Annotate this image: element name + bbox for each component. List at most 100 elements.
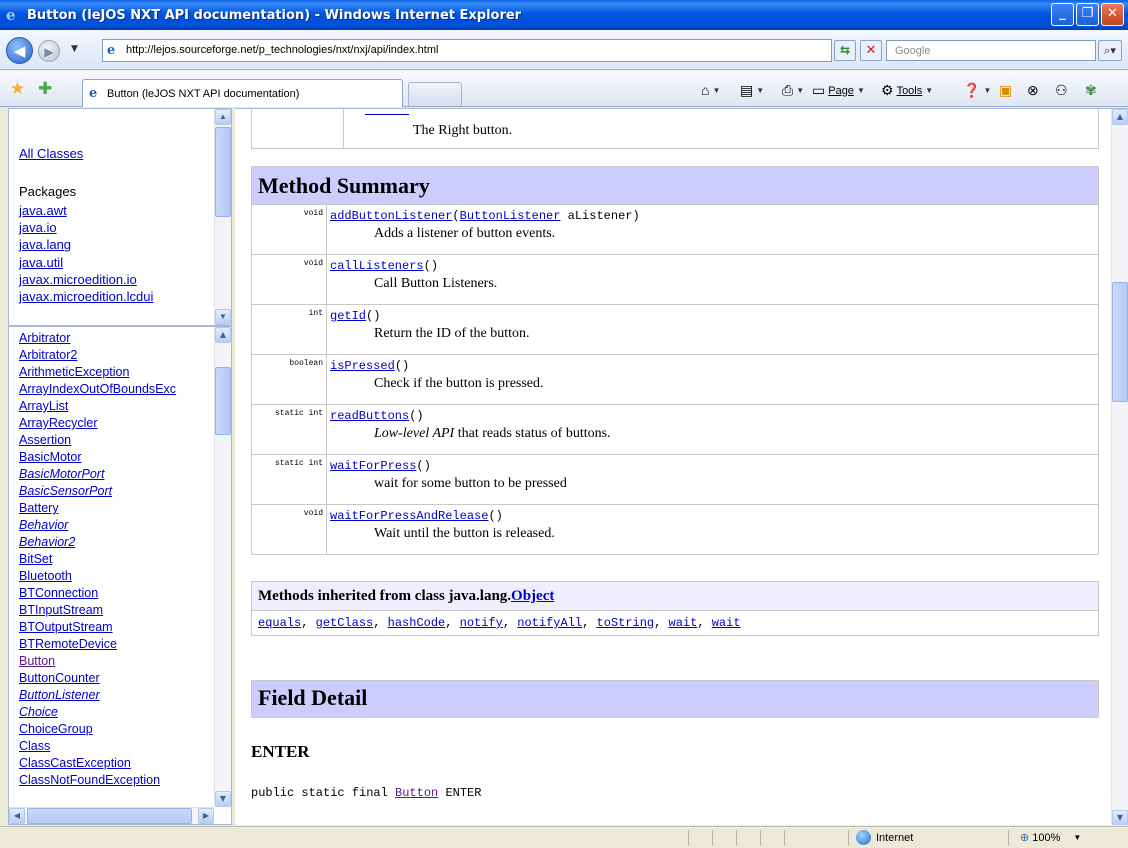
inherited-method-link[interactable]: notify [460, 616, 503, 630]
home-button[interactable]: ⌂ ▼ [701, 82, 720, 98]
scroll-down-icon[interactable]: ▼ [1112, 810, 1128, 825]
inherited-method-link[interactable]: wait [712, 616, 741, 630]
class-link[interactable]: BTInputStream [19, 602, 176, 619]
back-button[interactable]: ◀ [6, 37, 33, 64]
separator: , [582, 616, 597, 630]
scroll-right-icon[interactable]: ▶ [198, 808, 214, 824]
toolbar-addon-button[interactable]: ▣ [999, 82, 1012, 99]
maximize-button[interactable]: ❐ [1076, 3, 1099, 26]
method-link[interactable]: addButtonListener [330, 209, 452, 223]
search-button[interactable]: ⌕▾ [1098, 40, 1122, 61]
new-tab-button[interactable] [408, 82, 462, 106]
class-link[interactable]: BTConnection [19, 585, 176, 602]
scroll-up-icon[interactable]: ▲ [215, 109, 231, 125]
inherited-method-link[interactable]: hashCode [388, 616, 446, 630]
method-link[interactable]: getId [330, 309, 366, 323]
scroll-thumb[interactable] [215, 367, 231, 435]
class-link[interactable]: ButtonCounter [19, 670, 176, 687]
class-link[interactable]: Arbitrator [19, 330, 176, 347]
package-link[interactable]: java.util [19, 254, 153, 271]
packages-scrollbar[interactable]: ▲ ▼ [214, 109, 231, 325]
refresh-button[interactable]: ⇆ [834, 40, 856, 61]
method-modifier: void [251, 504, 327, 555]
close-button[interactable]: ✕ [1101, 3, 1124, 26]
scroll-left-icon[interactable]: ◀ [9, 808, 25, 824]
inherited-method-link[interactable]: getClass [316, 616, 374, 630]
class-link[interactable]: Behavior [19, 517, 176, 534]
scroll-down-icon[interactable]: ▼ [215, 309, 231, 325]
search-input[interactable]: Google [886, 40, 1096, 61]
method-link[interactable]: waitForPressAndRelease [330, 509, 488, 523]
class-link[interactable]: Button [19, 653, 176, 670]
package-link[interactable]: javax.microedition.io [19, 271, 153, 288]
scroll-thumb[interactable] [215, 127, 231, 217]
scroll-thumb[interactable] [27, 808, 192, 824]
method-link[interactable]: isPressed [330, 359, 395, 373]
zoom-control[interactable]: ⊕ 100% ▼ [1020, 831, 1081, 845]
class-link[interactable]: Behavior2 [19, 534, 176, 551]
method-link[interactable]: callListeners [330, 259, 424, 273]
class-link[interactable]: BTOutputStream [19, 619, 176, 636]
package-link[interactable]: java.awt [19, 202, 153, 219]
object-class-link[interactable]: Object [511, 588, 554, 604]
inherited-method-link[interactable]: toString [597, 616, 655, 630]
scroll-up-icon[interactable]: ▲ [215, 327, 231, 343]
history-dropdown-icon[interactable]: ▼ [71, 44, 78, 54]
zoom-dropdown-icon[interactable]: ▼ [1073, 833, 1081, 842]
content-scrollbar[interactable]: ▲ ▼ [1111, 109, 1128, 825]
class-link[interactable]: ArithmeticException [19, 364, 176, 381]
class-link[interactable]: BasicMotorPort [19, 466, 176, 483]
add-favorites-icon[interactable]: ✚ [38, 79, 52, 99]
class-link[interactable]: Choice [19, 704, 176, 721]
url-field[interactable]: e http://lejos.sourceforge.net/p_technol… [102, 39, 898, 62]
right-field-link[interactable] [365, 109, 409, 115]
class-link[interactable]: ClassCastException [19, 755, 176, 772]
method-link[interactable]: readButtons [330, 409, 409, 423]
minimize-button[interactable]: _ [1051, 3, 1074, 26]
class-link[interactable]: Assertion [19, 432, 176, 449]
package-link[interactable]: java.io [19, 219, 153, 236]
classes-hscrollbar[interactable]: ◀ ▶ [9, 807, 214, 824]
method-link[interactable]: waitForPress [330, 459, 416, 473]
messenger-button[interactable]: ⚇ [1055, 82, 1068, 99]
package-link[interactable]: java.lang [19, 236, 153, 253]
tab-button-docs[interactable]: e Button (leJOS NXT API documentation) [82, 79, 403, 107]
package-link[interactable]: javax.microedition.lcdui [19, 288, 153, 305]
packages-list: java.awt java.io java.lang java.util jav… [19, 202, 153, 305]
scroll-thumb[interactable] [1112, 282, 1128, 402]
class-link[interactable]: BitSet [19, 551, 176, 568]
button-type-link[interactable]: Button [395, 786, 438, 800]
forward-button[interactable]: ▶ [38, 40, 60, 62]
class-link[interactable]: ArrayIndexOutOfBoundsExc [19, 381, 176, 398]
class-link[interactable]: ChoiceGroup [19, 721, 176, 738]
scroll-up-icon[interactable]: ▲ [1112, 109, 1128, 125]
print-button[interactable]: ⎙ ▼ [782, 82, 804, 99]
class-link[interactable]: ArrayList [19, 398, 176, 415]
class-link[interactable]: Battery [19, 500, 176, 517]
class-link[interactable]: ArrayRecycler [19, 415, 176, 432]
tools-menu[interactable]: ⚙ Tools ▼ [881, 82, 933, 99]
inherited-method-link[interactable]: notifyAll [517, 616, 582, 630]
stop-button[interactable]: ✕ [860, 40, 882, 61]
class-link[interactable]: BTRemoteDevice [19, 636, 176, 653]
class-link[interactable]: ButtonListener [19, 687, 176, 704]
param-type-link[interactable]: ButtonListener [460, 209, 561, 223]
all-classes-link[interactable]: All Classes [19, 146, 83, 161]
class-link[interactable]: Bluetooth [19, 568, 176, 585]
scroll-down-icon[interactable]: ▼ [215, 791, 231, 807]
extras-button[interactable]: ✾ [1085, 82, 1097, 99]
favorites-star-icon[interactable]: ★ [10, 79, 25, 99]
url-text[interactable]: http://lejos.sourceforge.net/p_technolog… [126, 44, 438, 56]
inherited-method-link[interactable]: wait [669, 616, 698, 630]
page-menu[interactable]: ▭ Page ▼ [812, 82, 865, 99]
feeds-button[interactable]: ▤ ▼ [740, 82, 764, 99]
class-link[interactable]: BasicMotor [19, 449, 176, 466]
inherited-method-link[interactable]: equals [258, 616, 301, 630]
class-link[interactable]: Arbitrator2 [19, 347, 176, 364]
class-link[interactable]: BasicSensorPort [19, 483, 176, 500]
classes-scrollbar[interactable]: ▲ ▼ [214, 327, 231, 807]
class-link[interactable]: ClassNotFoundException [19, 772, 176, 789]
help-button[interactable]: ❓ ▼ [963, 82, 991, 99]
research-button[interactable]: ⊗ [1027, 82, 1039, 99]
class-link[interactable]: Class [19, 738, 176, 755]
